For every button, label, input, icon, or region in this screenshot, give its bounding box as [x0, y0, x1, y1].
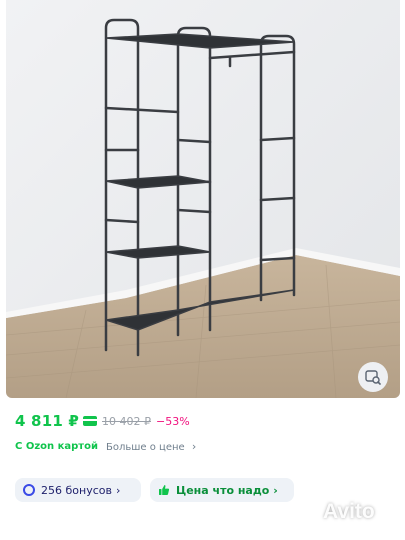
- price-row: 4 811 ₽ 10 402 ₽ −53%: [15, 412, 190, 430]
- good-price-chip[interactable]: Цена что надо ›: [150, 478, 294, 502]
- product-photo-graphic: [6, 0, 400, 398]
- product-image[interactable]: [6, 0, 400, 398]
- chevron-right-icon: ›: [191, 440, 197, 453]
- image-search-icon: [365, 370, 381, 385]
- good-price-label: Цена что надо: [176, 483, 270, 497]
- thumbs-up-icon: [158, 484, 170, 496]
- more-price-link[interactable]: Больше о цене ›: [106, 440, 196, 453]
- chevron-right-icon: ›: [115, 483, 121, 497]
- old-price: 10 402 ₽: [102, 414, 152, 428]
- current-price: 4 811 ₽: [15, 412, 80, 430]
- price-details-row: С Ozon картой Больше о цене ›: [15, 440, 196, 453]
- bonus-chip[interactable]: 256 бонусов ›: [15, 478, 141, 502]
- more-price-label: Больше о цене: [105, 442, 185, 453]
- avito-logo-icon: [300, 503, 319, 522]
- ozon-card-label: С Ozon картой: [15, 441, 98, 452]
- bonus-icon: [23, 484, 35, 496]
- watermark-text: Avito: [323, 500, 375, 523]
- card-icon: [83, 416, 98, 426]
- avito-watermark: Avito: [298, 500, 375, 524]
- image-search-button[interactable]: [358, 362, 388, 392]
- chevron-right-icon: ›: [273, 483, 278, 497]
- bonus-label: 256 бонусов: [41, 483, 112, 497]
- discount-badge: −53%: [156, 414, 190, 428]
